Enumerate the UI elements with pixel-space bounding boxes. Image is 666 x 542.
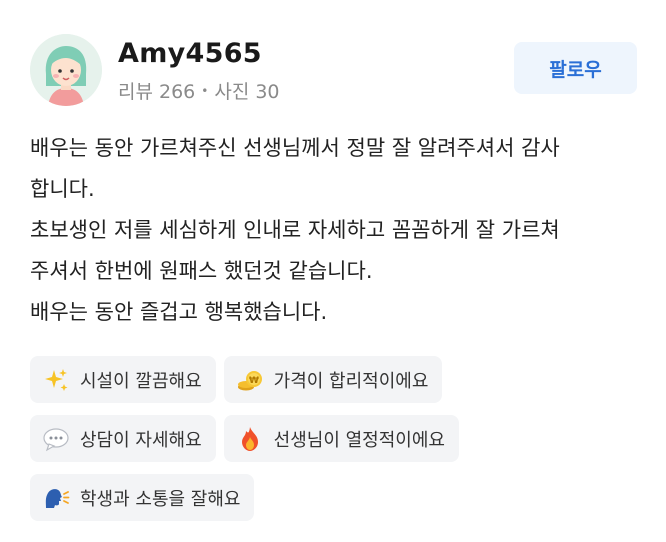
user-stats: 리뷰 266 • 사진 30: [118, 77, 280, 104]
tag-label: 가격이 합리적이에요: [273, 370, 429, 392]
review-line: 초보생인 저를 세심하게 인내로 자세하고 꼼꼼하게 잘 가르쳐: [30, 218, 560, 242]
coins-icon: ₩: [236, 366, 264, 394]
sparkles-icon: [42, 366, 70, 394]
review-line: 배우는 동안 즐겁고 행복했습니다.: [30, 300, 328, 324]
review-tags: 시설이 깔끔해요 ₩ 가격이 합리적이에요 상담이 자세해요 선생님이 열정적이…: [30, 356, 650, 533]
speaking-head-icon: [42, 484, 70, 512]
review-line: 주셔서 한번에 원패스 했던것 같습니다.: [30, 259, 373, 283]
review-count: 리뷰 266: [118, 81, 196, 103]
avatar-illustration: [30, 34, 102, 106]
tag-label: 선생님이 열정적이에요: [273, 429, 445, 451]
photo-count: 사진 30: [214, 81, 280, 103]
username[interactable]: Amy4565: [118, 38, 262, 69]
tag-communication: 학생과 소통을 잘해요: [30, 474, 255, 521]
follow-button[interactable]: 팔로우: [514, 42, 637, 94]
review-line: 배우는 동안 가르쳐주신 선생님께서 정말 잘 알려주셔서 감사: [30, 136, 560, 160]
tag-label: 상담이 자세해요: [80, 429, 202, 451]
tag-teacher: 선생님이 열정적이에요: [223, 415, 459, 462]
svg-text:₩: ₩: [249, 376, 259, 386]
tag-consultation: 상담이 자세해요: [30, 415, 216, 462]
review-line: 합니다.: [30, 177, 95, 201]
tag-label: 시설이 깔끔해요: [80, 370, 202, 392]
stats-separator: •: [201, 83, 209, 98]
avatar[interactable]: [30, 34, 102, 106]
tag-label: 학생과 소통을 잘해요: [80, 488, 241, 510]
speech-bubble-icon: [42, 425, 70, 453]
fire-icon: [236, 425, 264, 453]
tag-facility: 시설이 깔끔해요: [30, 356, 216, 403]
tag-price: ₩ 가격이 합리적이에요: [223, 356, 443, 403]
review-body: 배우는 동안 가르쳐주신 선생님께서 정말 잘 알려주셔서 감사 합니다. 초보…: [30, 128, 650, 333]
